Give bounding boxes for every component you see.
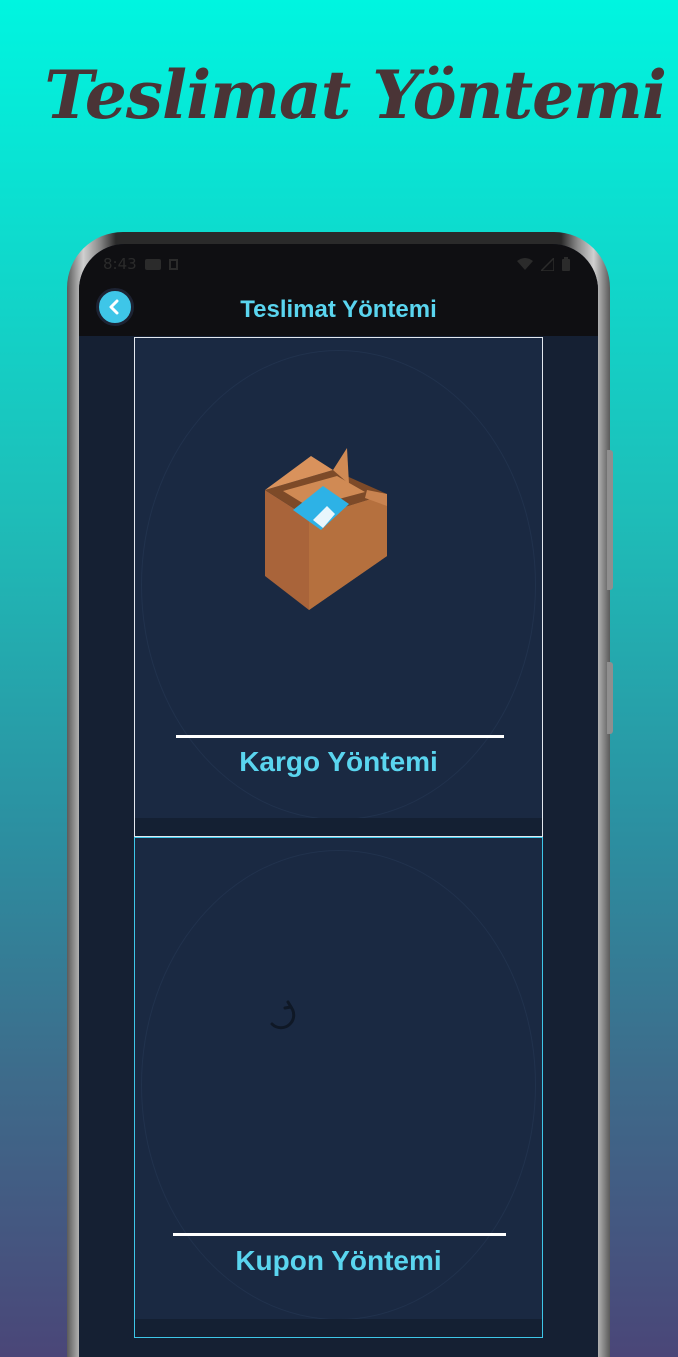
card-divider [173, 1233, 506, 1236]
card-divider [176, 735, 504, 738]
status-time: 8:43 [103, 255, 137, 273]
app-notification-icon [168, 258, 178, 270]
wifi-icon [517, 257, 533, 270]
battery-icon [562, 257, 570, 271]
volume-button [607, 450, 613, 590]
card-footer [135, 1319, 542, 1337]
phone-screen: 8:43 Teslimat Yöntemi Kargo Yöntemi Kupo… [79, 244, 598, 1357]
coupon-method-label: Kupon Yöntemi [235, 1245, 442, 1276]
promo-title: Teslimat Yöntemi [44, 56, 667, 134]
power-button [607, 662, 613, 734]
notification-icon [144, 258, 161, 270]
app-bar: Teslimat Yöntemi [79, 284, 598, 336]
shipping-method-label: Kargo Yöntemi [239, 746, 438, 777]
card-footer [135, 818, 542, 836]
box-icon [265, 448, 387, 610]
coupon-method-card[interactable]: Kupon Yöntemi [134, 837, 543, 1338]
loading-spinner-icon [270, 1000, 296, 1030]
status-bar: 8:43 [79, 244, 598, 284]
app-bar-title: Teslimat Yöntemi [240, 296, 437, 323]
signal-icon [541, 257, 554, 271]
shipping-method-card[interactable]: Kargo Yöntemi [134, 337, 543, 837]
